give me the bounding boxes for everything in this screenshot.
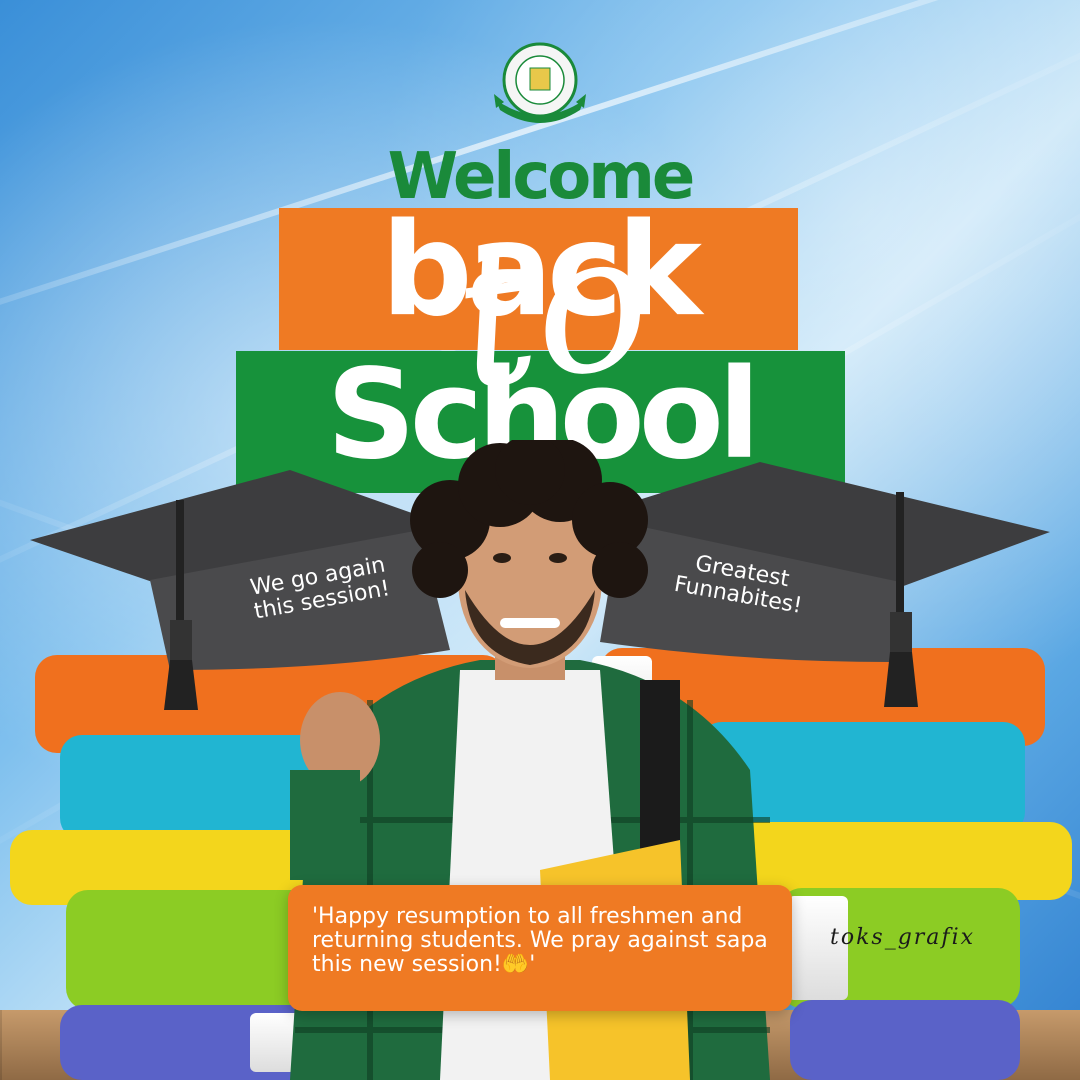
- university-logo: [494, 42, 586, 123]
- book-blue-right: [790, 1000, 1020, 1080]
- designer-credit: toks_grafix: [830, 925, 976, 950]
- quote-text: 'Happy resumption to all freshmen and re…: [312, 904, 768, 977]
- to-word: to: [443, 186, 663, 433]
- quote-card: 'Happy resumption to all freshmen and re…: [288, 885, 792, 1011]
